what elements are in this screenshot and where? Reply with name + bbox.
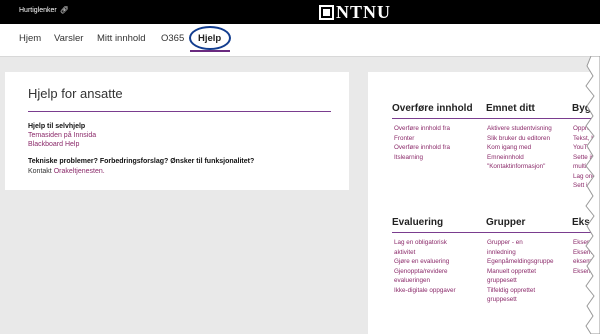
list-item[interactable]: Itslearning (394, 153, 450, 163)
logo-text: NTNU (336, 2, 392, 22)
main-nav: Hjem Varsler Mitt innhold O365 Hjelp (0, 24, 600, 57)
divider (392, 232, 600, 233)
nav-item-varsler[interactable]: Varsler (54, 33, 83, 44)
highlight-circle (189, 26, 231, 50)
divider (28, 111, 331, 112)
heading-evaluering: Evaluering (392, 217, 444, 228)
list-item[interactable]: Kom igang med (487, 143, 552, 153)
list-item[interactable]: Grupper - en (487, 238, 554, 248)
list-item[interactable]: Slik bruker du editoren (487, 134, 552, 144)
nav-item-mitt-innhold[interactable]: Mitt innhold (97, 33, 146, 44)
heading-overfore-innhold: Overføre innhold (392, 103, 473, 114)
logo-mark-icon (319, 4, 334, 20)
divider (392, 118, 600, 119)
list-item[interactable]: Ikke-digitale oppgaver (394, 286, 456, 296)
list-overfore-innhold: Overføre innhold fra Fronter Overføre in… (394, 124, 450, 162)
list-item[interactable]: Lag en obligatorisk (394, 238, 456, 248)
list-item[interactable]: Overføre innhold fra (394, 143, 450, 153)
list-item[interactable]: innledning (487, 248, 554, 258)
list-item[interactable]: Egenpåmeldingsgruppe (487, 257, 554, 267)
topics-card: Overføre innhold Emnet ditt Bygg n Overf… (368, 72, 600, 334)
list-evaluering: Lag en obligatorisk aktivitet Gjøre en e… (394, 238, 456, 295)
list-item[interactable]: Fronter (394, 134, 450, 144)
contact-prefix: Kontakt (28, 168, 52, 175)
list-item[interactable]: Tilfeldig opprettet (487, 286, 554, 296)
quick-links[interactable]: Hurtiglenker 🔗︎ (19, 6, 69, 14)
link-orakeltjenesten[interactable]: Orakeltjenesten. (54, 168, 105, 175)
nav-item-hjem[interactable]: Hjem (19, 33, 41, 44)
list-item[interactable]: Gjenoppta/revidere (394, 267, 456, 277)
list-item[interactable]: gruppesett (487, 276, 554, 286)
list-item[interactable]: Overføre innhold fra (394, 124, 450, 134)
list-item[interactable]: Aktivere studentvisning (487, 124, 552, 134)
list-item[interactable]: Gjøre en evaluering (394, 257, 456, 267)
ntnu-logo[interactable]: NTNU (319, 3, 391, 21)
contact-line: Kontakt Orakeltjenesten. (28, 168, 105, 175)
top-bar: Hurtiglenker 🔗︎ NTNU (0, 0, 600, 24)
quick-links-label[interactable]: Hurtiglenker (19, 7, 57, 14)
section-heading-problems: Tekniske problemer? Forbedringsforslag? … (28, 158, 255, 165)
list-item[interactable]: Emneinnhold (487, 153, 552, 163)
list-item[interactable]: "Kontaktinformasjon" (487, 162, 552, 172)
link-temasiden[interactable]: Temasiden på Innsida (28, 132, 96, 139)
active-tab-underline (190, 50, 230, 52)
link-blackboard-help[interactable]: Blackboard Help (28, 141, 79, 148)
link-icon: 🔗︎ (59, 7, 69, 14)
list-item[interactable]: evalueringen (394, 276, 456, 286)
card-title: Hjelp for ansatte (28, 86, 123, 101)
heading-grupper: Grupper (486, 217, 526, 228)
list-emnet-ditt: Aktivere studentvisning Slik bruker du e… (487, 124, 552, 172)
torn-edge (585, 56, 600, 334)
list-item[interactable]: aktivitet (394, 248, 456, 258)
nav-item-o365[interactable]: O365 (161, 33, 184, 44)
section-heading-selfhelp: Hjelp til selvhjelp (28, 123, 86, 130)
list-grupper: Grupper - en innledning Egenpåmeldingsgr… (487, 238, 554, 305)
list-item[interactable]: Manuelt opprettet (487, 267, 554, 277)
help-card: Hjelp for ansatte Hjelp til selvhjelp Te… (5, 72, 349, 190)
heading-emnet-ditt: Emnet ditt (486, 103, 535, 114)
list-item[interactable]: gruppesett (487, 295, 554, 305)
